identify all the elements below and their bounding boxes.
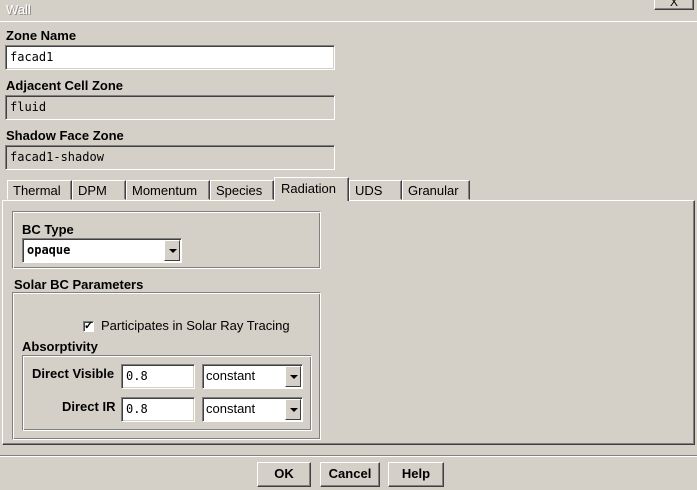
direct-ir-method-dropdown[interactable]: constant (202, 397, 303, 422)
solar-bc-parameters-group: ✓ Participates in Solar Ray Tracing Abso… (12, 292, 321, 440)
tab-radiation[interactable]: Radiation (274, 177, 349, 201)
tab-species[interactable]: Species (210, 180, 274, 200)
zone-name-label: Zone Name (6, 28, 77, 43)
tab-granular[interactable]: Granular (402, 180, 470, 200)
tab-uds[interactable]: UDS (349, 180, 402, 200)
cancel-button[interactable]: Cancel (320, 462, 380, 487)
tab-momentum[interactable]: Momentum (126, 180, 210, 200)
tab-thermal[interactable]: Thermal (7, 180, 72, 200)
absorptivity-label: Absorptivity (22, 339, 98, 354)
chevron-down-icon[interactable] (285, 399, 301, 420)
adjacent-cell-zone-label: Adjacent Cell Zone (6, 78, 124, 93)
bc-type-group: BC Type opaque (12, 211, 321, 269)
bc-type-dropdown[interactable]: opaque (22, 238, 182, 263)
shadow-face-zone-label: Shadow Face Zone (6, 128, 124, 143)
close-button[interactable]: X (654, 0, 694, 10)
direct-ir-method-value: constant (206, 401, 256, 416)
separator (0, 455, 697, 457)
direct-visible-method-value: constant (206, 368, 256, 383)
window-title: Wall (6, 2, 31, 17)
solar-bc-parameters-label: Solar BC Parameters (14, 277, 144, 292)
direct-ir-input[interactable]: 0.8 (121, 397, 195, 422)
zone-name-input[interactable]: facad1 (5, 45, 335, 70)
direct-visible-label: Direct Visible (32, 366, 115, 381)
bc-type-value: opaque (27, 243, 71, 257)
direct-ir-label: Direct IR (62, 399, 116, 414)
title-bar: Wall X (0, 0, 697, 22)
participates-label: Participates in Solar Ray Tracing (101, 318, 290, 333)
tab-dpm[interactable]: DPM (72, 180, 126, 200)
bc-type-label: BC Type (22, 222, 74, 237)
chevron-down-icon[interactable] (285, 366, 301, 387)
absorptivity-group: Direct Visible 0.8 constant Direct IR 0.… (22, 355, 312, 431)
direct-visible-method-dropdown[interactable]: constant (202, 364, 303, 389)
adjacent-cell-zone-field: fluid (5, 95, 335, 120)
shadow-face-zone-field: facad1-shadow (5, 145, 335, 170)
direct-visible-input[interactable]: 0.8 (121, 364, 195, 389)
help-button[interactable]: Help (388, 462, 444, 487)
radiation-tab-panel: BC Type opaque Solar BC Parameters ✓ Par… (2, 200, 695, 445)
ok-button[interactable]: OK (257, 462, 311, 487)
participates-checkbox[interactable]: ✓ (83, 321, 94, 332)
chevron-down-icon[interactable] (164, 240, 180, 261)
